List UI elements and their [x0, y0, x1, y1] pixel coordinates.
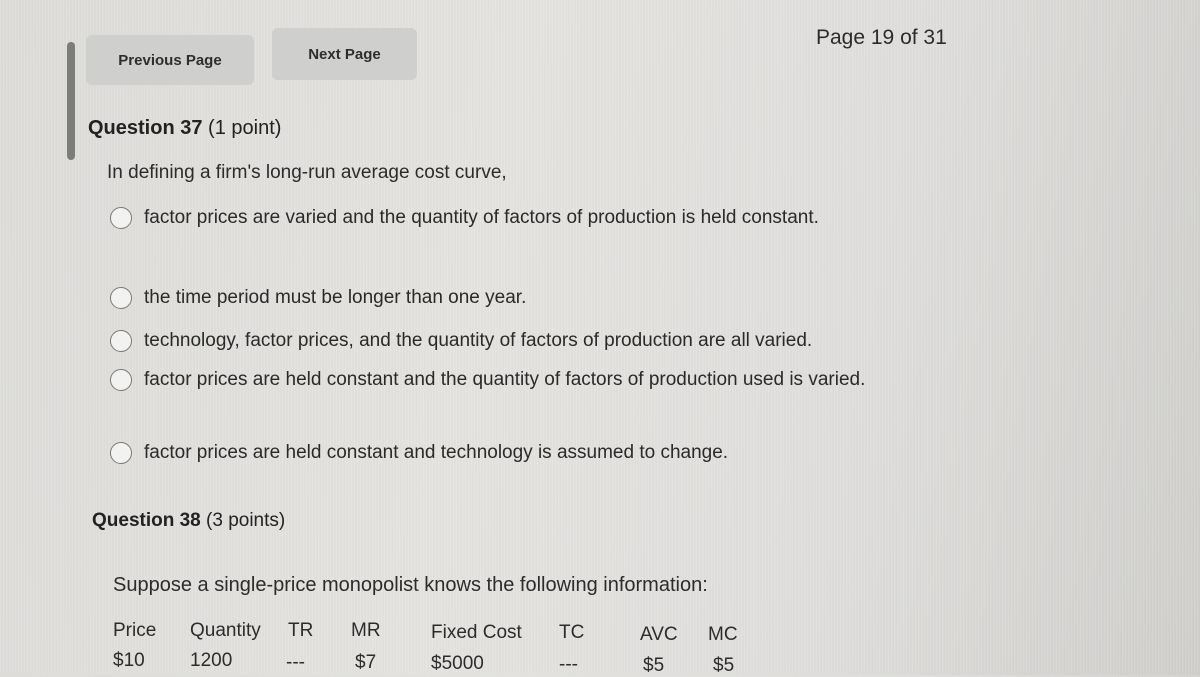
table-cell-tr: ---	[286, 652, 305, 673]
table-header-mr: MR	[351, 620, 381, 641]
answer-option-text: factor prices are held constant and tech…	[144, 442, 729, 463]
radio-button[interactable]	[110, 330, 132, 352]
question-points: (3 points)	[206, 510, 286, 531]
radio-button[interactable]	[110, 442, 132, 464]
table-header-avc: AVC	[640, 624, 678, 645]
table-cell-tc: ---	[559, 654, 578, 675]
answer-option-1[interactable]: factor prices are varied and the quantit…	[110, 204, 870, 232]
question-number: Question 37	[88, 117, 203, 139]
table-cell-mr: $7	[355, 652, 377, 673]
table-cell-avc: $5	[643, 655, 665, 676]
question-37-stem: In defining a firm's long-run average co…	[107, 162, 507, 183]
next-page-button[interactable]: Next Page	[272, 28, 417, 80]
question-38-title: Question 38 (3 points)	[92, 510, 285, 532]
table-cell-quantity: 1200	[190, 650, 233, 671]
previous-page-label: Previous Page	[118, 51, 222, 69]
table-cell-price: $10	[113, 650, 145, 671]
radio-button[interactable]	[110, 369, 132, 391]
scrollbar-indicator[interactable]	[67, 42, 75, 160]
table-cell-fixed-cost: $5000	[431, 653, 484, 674]
table-cell-mc: $5	[713, 655, 735, 676]
page-indicator: Page 19 of 31	[816, 26, 947, 49]
radio-button[interactable]	[110, 207, 132, 229]
question-points: (1 point)	[208, 117, 282, 139]
radio-button[interactable]	[110, 287, 132, 309]
answer-option-text: the time period must be longer than one …	[144, 287, 527, 308]
table-header-tc: TC	[559, 622, 585, 643]
table-header-price: Price	[113, 620, 157, 641]
table-header-tr: TR	[288, 620, 314, 641]
answer-option-2[interactable]: the time period must be longer than one …	[110, 284, 526, 312]
table-header-quantity: Quantity	[190, 620, 261, 641]
table-header-fixed-cost: Fixed Cost	[431, 622, 522, 643]
previous-page-button[interactable]: Previous Page	[86, 35, 254, 85]
answer-option-text: factor prices are varied and the quantit…	[144, 207, 819, 228]
question-number: Question 38	[92, 510, 201, 531]
answer-option-text: factor prices are held constant and the …	[144, 369, 866, 390]
question-38-stem: Suppose a single-price monopolist knows …	[113, 574, 708, 596]
answer-option-3[interactable]: technology, factor prices, and the quant…	[110, 327, 980, 355]
answer-option-4[interactable]: factor prices are held constant and the …	[110, 366, 950, 394]
answer-option-text: technology, factor prices, and the quant…	[144, 330, 813, 351]
question-37-title: Question 37 (1 point)	[88, 117, 281, 140]
table-header-mc: MC	[708, 624, 738, 645]
answer-option-5[interactable]: factor prices are held constant and tech…	[110, 439, 728, 467]
next-page-label: Next Page	[308, 45, 381, 63]
